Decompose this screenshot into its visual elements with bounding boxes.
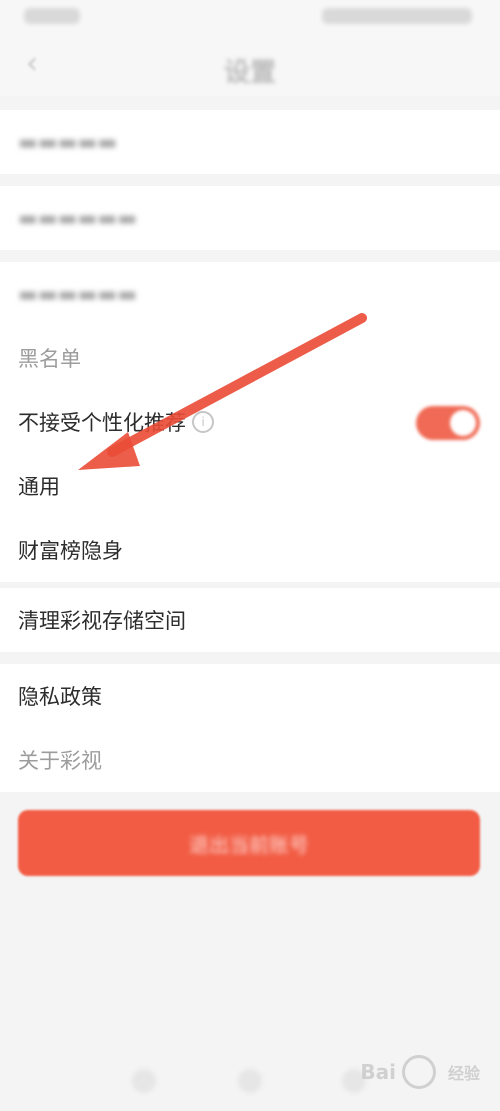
general-label: 通用	[18, 475, 60, 499]
privacy-policy-label: 隐私政策	[18, 685, 102, 709]
status-time	[24, 8, 80, 24]
top-navigation-bar: ‹ 设置	[0, 36, 500, 96]
settings-section-5: 隐私政策 关于彩视	[0, 664, 500, 792]
blurred-setting-row-1[interactable]: ▬▬▬▬▬	[0, 110, 500, 174]
watermark-sub: 经验	[447, 1064, 480, 1083]
logout-button[interactable]: 退出当前账号	[18, 810, 480, 876]
baidu-paw-icon	[401, 1055, 436, 1089]
blurred-setting-row-3[interactable]: ▬▬▬▬▬▬	[0, 262, 500, 326]
settings-section-4: 清理彩视存储空间	[0, 588, 500, 652]
blurred-label-bar: ▬▬▬▬▬▬	[18, 206, 138, 230]
nav-home-icon[interactable]	[238, 1069, 262, 1093]
status-icons	[322, 8, 472, 24]
blurred-label-bar: ▬▬▬▬▬	[18, 130, 118, 154]
personalized-recommend-row[interactable]: 不接受个性化推荐 i	[0, 390, 500, 454]
wealth-ranking-hide-label: 财富榜隐身	[18, 539, 123, 563]
baidu-jingyan-watermark: Bai 经验	[360, 1055, 480, 1089]
page-title: 设置	[223, 58, 276, 88]
nav-back-icon[interactable]	[132, 1069, 156, 1093]
settings-section-1: ▬▬▬▬▬	[0, 110, 500, 174]
about-label: 关于彩视	[18, 749, 102, 773]
system-navigation-bar: Bai 经验	[0, 1047, 500, 1111]
settings-section-2: ▬▬▬▬▬▬	[0, 186, 500, 250]
info-icon[interactable]: i	[192, 411, 214, 433]
blacklist-row[interactable]: 黑名单	[0, 326, 500, 390]
clear-storage-label: 清理彩视存储空间	[18, 609, 186, 633]
settings-section-3: ▬▬▬▬▬▬ 黑名单 不接受个性化推荐 i 通用 财富榜隐身	[0, 262, 500, 582]
logout-label: 退出当前账号	[189, 832, 309, 857]
about-row[interactable]: 关于彩视	[0, 728, 500, 792]
blacklist-label: 黑名单	[18, 347, 81, 371]
personalized-recommend-toggle[interactable]	[416, 406, 480, 440]
privacy-policy-row[interactable]: 隐私政策	[0, 664, 500, 728]
general-row[interactable]: 通用	[0, 454, 500, 518]
status-bar	[0, 0, 500, 36]
personalized-recommend-label: 不接受个性化推荐	[18, 411, 186, 435]
blurred-setting-row-2[interactable]: ▬▬▬▬▬▬	[0, 186, 500, 250]
clear-storage-row[interactable]: 清理彩视存储空间	[0, 588, 500, 652]
wealth-ranking-hide-row[interactable]: 财富榜隐身	[0, 518, 500, 582]
watermark-brand: Bai	[360, 1060, 396, 1084]
blurred-label-bar: ▬▬▬▬▬▬	[18, 282, 138, 306]
